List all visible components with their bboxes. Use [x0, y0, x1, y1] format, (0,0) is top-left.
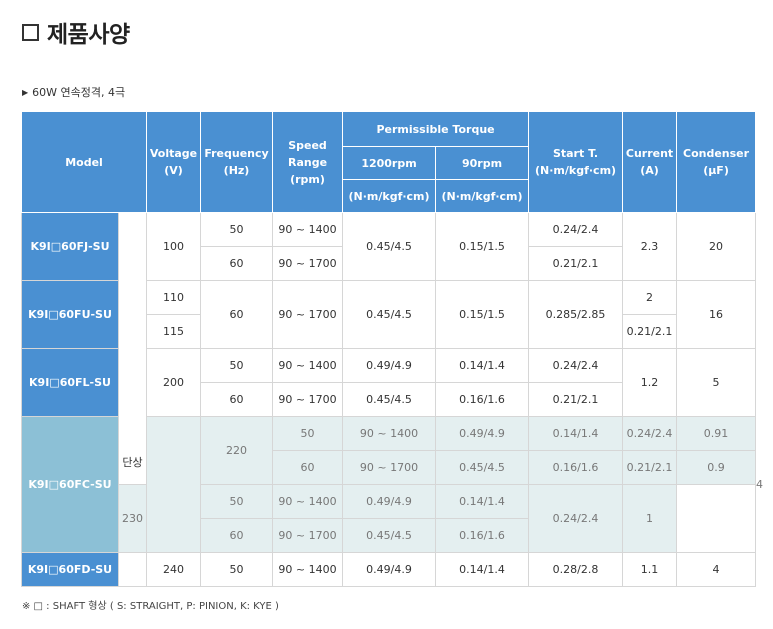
table-cell: 0.21/2.1: [622, 450, 678, 485]
table-cell: 0.24/2.4: [528, 348, 624, 383]
model-fu: K9I□60FU-SU: [21, 280, 119, 349]
table-cell: 0.14/1.4: [528, 416, 624, 451]
table-cell: 20: [676, 212, 757, 281]
table-cell: 230: [117, 484, 148, 553]
header-start-torque: Start T. (N·m/kgf·cm): [528, 111, 624, 213]
table-cell: 110: [146, 280, 202, 315]
table-cell: 0.49/4.9: [342, 552, 437, 587]
header-voltage: Voltage (V): [146, 111, 202, 213]
table-cell: 0.21/2.1: [528, 382, 624, 417]
table-cell: 2: [622, 280, 678, 315]
table-cell: 90 ~ 1700: [272, 518, 344, 553]
header-model: Model: [20, 111, 148, 213]
table-cell: 0.15/1.5: [435, 280, 530, 349]
table-cell: 1.2: [622, 348, 678, 417]
table-cell: 4: [676, 552, 757, 587]
table-cell: [146, 416, 202, 553]
header-unit-1200: (N·m/kgf·cm): [342, 179, 437, 213]
header-speed-range: Speed Range (rpm): [272, 111, 344, 213]
table-cell: 0.21/2.1: [622, 314, 678, 349]
table-cell: 60: [272, 450, 344, 485]
table-cell: 60: [200, 518, 274, 553]
checkbox-square-icon: [22, 23, 39, 41]
table-cell: 90 ~ 1400: [342, 416, 437, 451]
table-cell: 0.45/4.5: [342, 280, 437, 349]
table-cell: 90 ~ 1700: [272, 280, 344, 349]
model-fd: K9I□60FD-SU: [21, 552, 119, 587]
table-cell: 0.285/2.85: [528, 280, 624, 349]
header-current: Current (A): [622, 111, 678, 213]
table-cell: 60: [200, 382, 274, 417]
table-cell: 50: [200, 348, 274, 383]
table-cell: 0.14/1.4: [435, 484, 530, 519]
table-cell: 90 ~ 1400: [272, 484, 344, 519]
page-title: 제품사양: [22, 14, 130, 50]
table-cell: 60: [200, 280, 274, 349]
table-cell: 2.3: [622, 212, 678, 281]
header-unit-90: (N·m/kgf·cm): [435, 179, 530, 213]
table-cell: 0.45/4.5: [342, 212, 437, 281]
table-cell: 50: [200, 484, 274, 519]
header-permissible-torque: Permissible Torque: [342, 111, 530, 147]
table-cell: 60: [200, 246, 274, 281]
table-cell: 0.16/1.6: [435, 518, 530, 553]
table-cell: 0.91: [676, 416, 757, 451]
table-cell: 0.45/4.5: [342, 382, 437, 417]
header-1200rpm: 1200rpm: [342, 146, 437, 180]
table-cell: 0.15/1.5: [435, 212, 530, 281]
spec-subtitle: ▶ 60W 연속정격, 4극: [22, 84, 125, 100]
table-cell: 240: [146, 552, 202, 587]
table-cell: 0.14/1.4: [435, 348, 530, 383]
table-cell: 0.9: [676, 450, 757, 485]
table-cell: 0.49/4.9: [342, 348, 437, 383]
table-cell: 0.49/4.9: [435, 416, 530, 451]
table-cell: 115: [146, 314, 202, 349]
phase-label: 단상: [117, 212, 148, 485]
table-cell: 220: [200, 416, 274, 485]
table-cell: 50: [200, 552, 274, 587]
table-cell: 50: [272, 416, 344, 451]
table-cell: 0.45/4.5: [435, 450, 530, 485]
header-frequency: Frequency (Hz): [200, 111, 274, 213]
table-cell: 1: [622, 484, 678, 553]
table-cell: 90 ~ 1700: [272, 246, 344, 281]
triangle-right-icon: ▶: [22, 87, 29, 97]
header-condenser: Condenser (μF): [676, 111, 757, 213]
table-cell: 90 ~ 1400: [272, 348, 344, 383]
table-cell: 0.24/2.4: [528, 212, 624, 247]
table-cell: 0.14/1.4: [435, 552, 530, 587]
table-cell: 0.24/2.4: [528, 484, 624, 553]
table-cell: 90 ~ 1700: [272, 382, 344, 417]
table-cell: 90 ~ 1700: [342, 450, 437, 485]
table-cell: 0.21/2.1: [528, 246, 624, 281]
header-90rpm: 90rpm: [435, 146, 530, 180]
table-cell: 90 ~ 1400: [272, 552, 344, 587]
shaft-footnote: ※ □ : SHAFT 형상 ( S: STRAIGHT, P: PINION,…: [22, 601, 279, 612]
table-cell: 0.28/2.8: [528, 552, 624, 587]
table-cell: 0.16/1.6: [435, 382, 530, 417]
table-cell: 0.24/2.4: [622, 416, 678, 451]
model-fj: K9I□60FJ-SU: [21, 212, 119, 281]
table-cell: 0.49/4.9: [342, 484, 437, 519]
table-cell: 50: [200, 212, 274, 247]
model-fl: K9I□60FL-SU: [21, 348, 119, 417]
table-cell: 16: [676, 280, 757, 349]
spec-table: Model Voltage (V) Frequency (Hz) Speed R…: [20, 111, 763, 587]
table-cell: [117, 552, 148, 587]
table-cell: 90 ~ 1400: [272, 212, 344, 247]
table-cell: 100: [146, 212, 202, 281]
table-cell: 0.16/1.6: [528, 450, 624, 485]
table-cell: 5: [676, 348, 757, 417]
subtitle-text: 60W 연속정격, 4극: [32, 86, 126, 99]
table-cell: 0.45/4.5: [342, 518, 437, 553]
table-cell: 1.1: [622, 552, 678, 587]
table-cell: 200: [146, 348, 202, 417]
page-title-text: 제품사양: [47, 22, 130, 48]
model-fc: K9I□60FC-SU: [21, 416, 119, 553]
